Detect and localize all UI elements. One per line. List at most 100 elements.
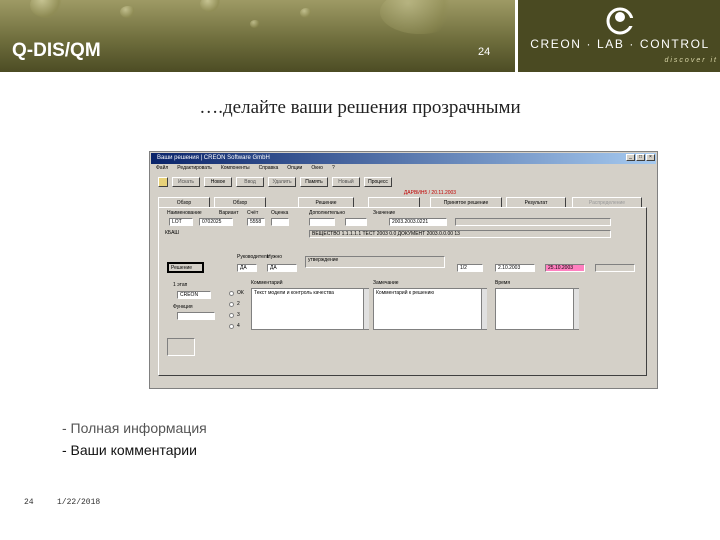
tab-distribution[interactable]: Распределение [572, 197, 642, 207]
tab-overview-1[interactable]: Обзор [158, 197, 210, 207]
radio-2[interactable] [229, 302, 234, 307]
memory-button[interactable]: Память [300, 177, 328, 187]
footer-date: 1/22/2018 [57, 498, 101, 507]
comment-box-1[interactable]: Текст модели и контроль качества [251, 288, 369, 330]
menu-item-file[interactable]: Файл [156, 165, 168, 174]
enter-button[interactable]: Ввод [236, 177, 264, 187]
decision-panel: Наименование Вариант Счёт Оценка Дополни… [158, 207, 647, 376]
approval-field[interactable]: утверждение [305, 256, 445, 268]
col-label-count: Счёт [247, 210, 259, 216]
decor-drop [300, 8, 312, 18]
tab-strip: Обзор Обзор Решение Принятое решение Рез… [158, 197, 647, 207]
rating-field[interactable] [271, 218, 289, 226]
toolbar: Искать Новое Ввод Удалить Память Новый П… [152, 176, 655, 188]
menu-item-window[interactable]: Окно [311, 165, 323, 174]
manager-field[interactable]: ДА [237, 264, 257, 272]
needed-field[interactable]: ДА [267, 264, 297, 272]
extra-field-1[interactable] [309, 218, 335, 226]
process-button[interactable]: Процесс [364, 177, 392, 187]
close-icon[interactable]: × [646, 154, 655, 161]
menu-item-options[interactable]: Опции [287, 165, 302, 174]
date-field-2[interactable]: 25.10.2003 [545, 264, 585, 272]
bullet-comments: - Ваши комментарии [62, 442, 197, 458]
window-title: Ваши решения | CREON Software GmbH [157, 155, 270, 161]
scrollbar[interactable] [481, 289, 487, 329]
tab-decision[interactable]: Решение [298, 197, 354, 207]
minimize-icon[interactable]: _ [626, 154, 635, 161]
status-line: ДАРВИН5 / 20.11.2003 [403, 190, 457, 196]
time-label: Время [495, 280, 511, 286]
radio-label-3: 3 [237, 312, 240, 318]
footer-page-number: 24 [24, 498, 34, 507]
decor-drop [30, 0, 64, 18]
value-field[interactable]: 2003.2003.0221 [389, 218, 447, 226]
comment-box-2[interactable]: Комментарий к решению [373, 288, 487, 330]
tab-accepted-decision[interactable]: Принятое решение [430, 197, 502, 207]
window-controls: _ □ × [626, 154, 655, 161]
menu-item-help[interactable]: Справка [259, 165, 279, 174]
radio-label-ok: ОК [237, 290, 244, 296]
decor-drop [120, 6, 136, 18]
count-field[interactable]: 5558 [247, 218, 265, 226]
menu-item-components[interactable]: Компоненты [221, 165, 250, 174]
comment-text-2: Комментарий к решению [376, 290, 435, 296]
comment-title-2: Замечание [373, 280, 399, 286]
comment-text-1: Текст модели и контроль качества [254, 290, 334, 296]
row2-field[interactable]: ВЕЩЕСТВО 1.1.1.1.1 ТЕСТ 2003 0.0 ДОКУМЕН… [309, 230, 611, 238]
row2-label: КБАШ [165, 230, 180, 236]
date-field-1[interactable]: 2.10.2003 [495, 264, 535, 272]
menu-item-question[interactable]: ? [332, 165, 335, 174]
decision-button[interactable]: Решение [167, 262, 204, 273]
app-window: Ваши решения | CREON Software GmbH _ □ ×… [149, 151, 658, 389]
function-label: Функция [173, 304, 193, 310]
tab-result[interactable]: Результат [506, 197, 566, 207]
tab-overview-2[interactable]: Обзор [214, 197, 266, 207]
decor-drop [380, 0, 460, 34]
creon-logo-icon [606, 7, 635, 35]
tab-blank[interactable] [368, 197, 420, 207]
needed-label: Нужно [267, 254, 283, 260]
scrollbar[interactable] [573, 289, 579, 329]
maximize-icon[interactable]: □ [636, 154, 645, 161]
radio-3[interactable] [229, 313, 234, 318]
slide-number: 24 [478, 46, 491, 58]
col-label-variant: Вариант [219, 210, 239, 216]
decor-drop [200, 0, 222, 12]
app-title: Q-DIS/QM [12, 40, 101, 61]
variant-field[interactable]: 0702025 [199, 218, 233, 226]
scrollbar[interactable] [363, 289, 369, 329]
new-button[interactable]: Новое [204, 177, 232, 187]
radio-ok[interactable] [229, 291, 234, 296]
radio-label-2: 2 [237, 301, 240, 307]
window-titlebar: Ваши решения | CREON Software GmbH [151, 153, 656, 164]
menu-bar: Файл Редактировать Компоненты Справка Оп… [152, 165, 655, 174]
logo-tagline: discover it [664, 57, 718, 64]
name-field[interactable]: LOT [169, 218, 193, 226]
delete-button[interactable]: Удалить [268, 177, 296, 187]
ratio-field[interactable]: 1/2 [457, 264, 483, 272]
decor-drop [250, 20, 260, 28]
stage-label: 1 этап [173, 282, 188, 288]
stage-field[interactable]: CREON [177, 291, 211, 299]
app-icon[interactable] [158, 177, 168, 187]
date-field-3[interactable] [595, 264, 635, 272]
col-label-value: Значение [373, 210, 396, 216]
search-button[interactable]: Искать [172, 177, 200, 187]
col-label-rating: Оценка [271, 210, 289, 216]
radio-label-4: 4 [237, 323, 240, 329]
extra-field-2[interactable] [345, 218, 367, 226]
time-box[interactable] [495, 288, 579, 330]
function-field[interactable] [177, 312, 215, 320]
logo-wordmark: CREON · LAB · CONTROL [530, 37, 710, 51]
col-label-extra: Дополнительно [309, 210, 345, 216]
col-label-name: Наименование [167, 210, 202, 216]
value-field-long[interactable] [455, 218, 611, 226]
bullet-full-info: - Полная информация [62, 420, 207, 436]
small-grey-box[interactable] [167, 338, 195, 356]
menu-item-edit[interactable]: Редактировать [177, 165, 212, 174]
comment-title-1: Комментарий [251, 280, 283, 286]
slide-headline: ….делайте ваши решения прозрачными [199, 97, 521, 118]
manager-label: Руководитель [237, 254, 270, 260]
new2-button[interactable]: Новый [332, 177, 360, 187]
radio-4[interactable] [229, 324, 234, 329]
